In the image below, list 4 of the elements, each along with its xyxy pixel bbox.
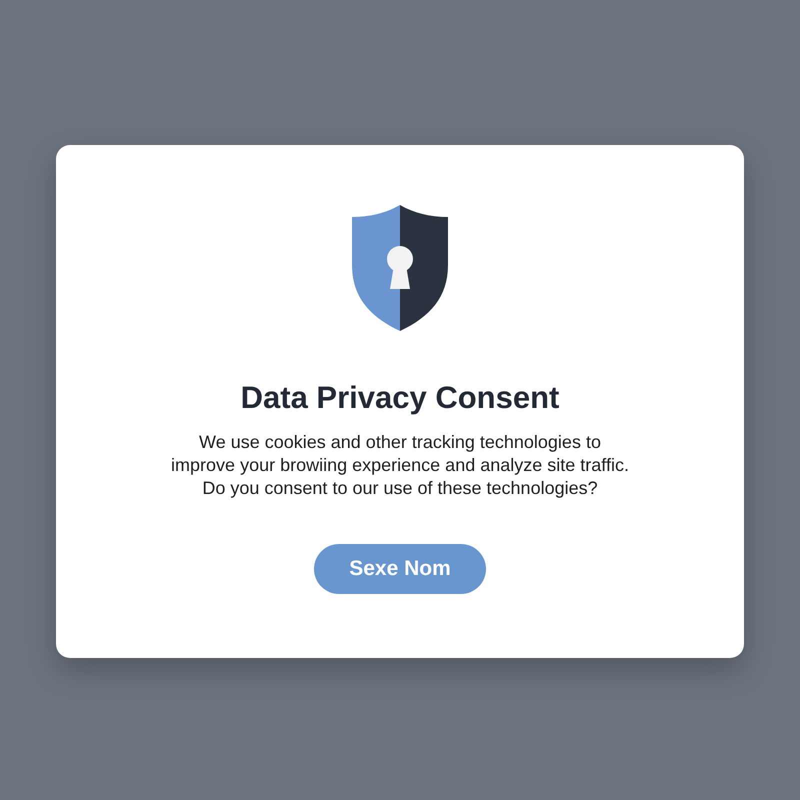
consent-button[interactable]: Sexe Nom	[314, 544, 486, 594]
dialog-title: Data Privacy Consent	[240, 379, 560, 417]
shield-keyhole-icon	[350, 205, 450, 331]
consent-message: We use cookies and other tracking technologies to improve your browiing experience and analyze site traffic. Do you consent to our use of these technologies?	[171, 431, 629, 500]
